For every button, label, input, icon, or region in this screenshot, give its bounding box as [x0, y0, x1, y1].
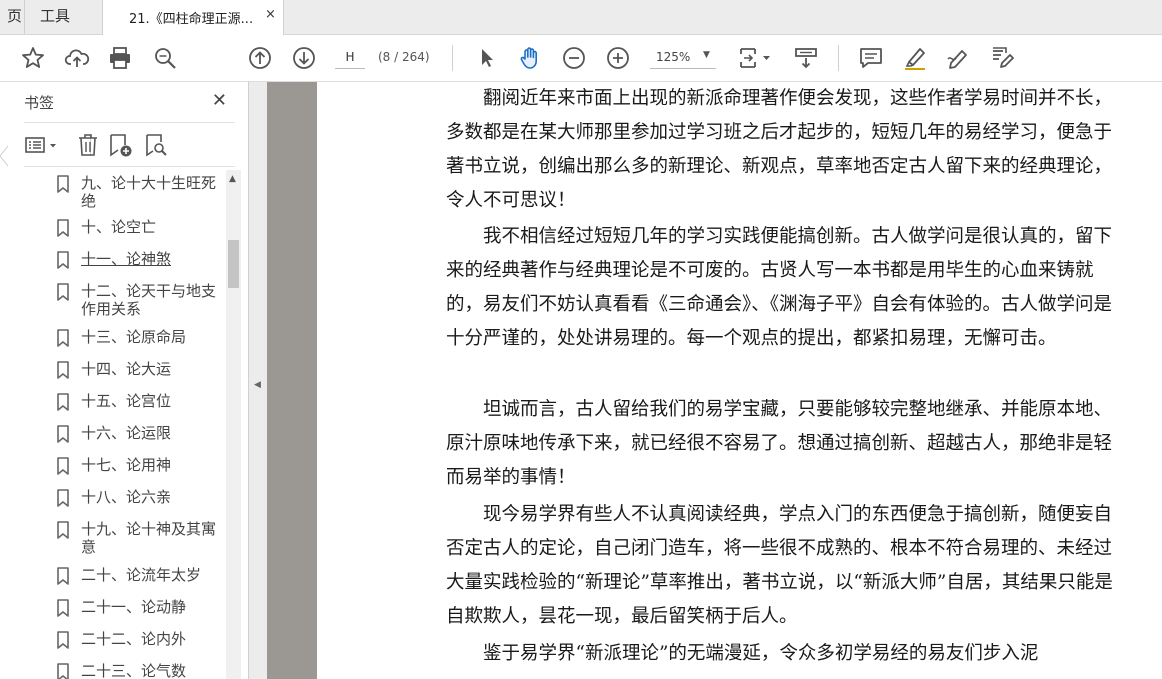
highlight-icon[interactable] — [902, 45, 928, 71]
tab-tools[interactable]: 工具 — [40, 0, 70, 34]
bookmark-label: 二十三、论气数 — [81, 662, 187, 679]
fit-page-icon[interactable] — [738, 45, 774, 71]
zoom-select[interactable]: 125% ▼ — [650, 46, 716, 69]
panel-splitter[interactable]: ◀ — [249, 82, 267, 679]
bookmark-icon — [57, 521, 69, 539]
bookmark-icon — [57, 329, 69, 347]
tab-bar: 页 工具 21.《四柱命理正源... × — [0, 0, 1162, 35]
bookmark-label: 二十、论流年太岁 — [81, 566, 202, 584]
collapse-panel-icon[interactable]: ◀ — [254, 380, 261, 390]
sign-icon[interactable] — [945, 45, 971, 71]
close-icon[interactable]: ✕ — [212, 90, 227, 111]
select-arrow-icon[interactable] — [474, 45, 500, 71]
bookmark-label: 二十一、论动静 — [81, 598, 187, 616]
document-paragraph: 我不相信经过短短几年的学习实践便能搞创新。古人做学问是很认真的，留下来的经典著作… — [446, 226, 1113, 349]
document-background — [267, 82, 317, 679]
scroll-up-icon[interactable]: ▲ — [229, 174, 236, 184]
print-icon[interactable] — [107, 45, 133, 71]
bookmark-list: 九、论十大十生旺死绝 十、论空亡 十一、论神煞 十二、论天干与地支作用关系 十三… — [0, 170, 226, 679]
tab-close-button[interactable]: × — [265, 7, 276, 22]
page-down-icon[interactable] — [291, 45, 317, 71]
bookmark-icon — [57, 599, 69, 617]
bookmark-label: 十二、论天干与地支作用关系 — [81, 282, 217, 318]
page-count: (8 / 264) — [378, 50, 430, 64]
zoom-in-icon[interactable] — [605, 45, 631, 71]
bookmark-label: 十、论空亡 — [81, 218, 157, 236]
tab-document[interactable]: 21.《四柱命理正源... × — [102, 0, 284, 35]
tab-document-title: 21.《四柱命理正源... — [129, 12, 254, 27]
bookmark-toolbar — [24, 126, 235, 167]
star-icon[interactable] — [20, 45, 46, 71]
document-paragraph: 现今易学界有些人不认真阅读经典，学点入门的东西便急于搞创新，随便妄自否定古人的定… — [446, 504, 1113, 627]
comment-icon[interactable] — [858, 45, 884, 71]
panel-expander[interactable] — [0, 145, 9, 167]
bookmark-icon — [57, 219, 69, 237]
bookmark-label: 十一、论神煞 — [81, 250, 172, 268]
bookmark-icon — [57, 361, 69, 379]
bookmark-icon — [57, 283, 69, 301]
bookmark-label: 十九、论十神及其寓意 — [81, 520, 217, 556]
tab-home[interactable]: 页 — [0, 0, 25, 34]
bookmark-label: 二十二、论内外 — [81, 630, 187, 648]
bookmark-icon — [57, 567, 69, 585]
edit-icon[interactable] — [989, 45, 1015, 71]
bookmark-scrollbar[interactable]: ▲ — [226, 170, 241, 679]
chevron-down-icon: ▼ — [703, 50, 710, 60]
bookmark-panel-header: 书签 ✕ — [24, 82, 235, 123]
bookmark-icon — [57, 251, 69, 269]
bookmark-label: 十四、论大运 — [81, 360, 172, 378]
zoom-out-icon[interactable] — [561, 45, 587, 71]
zoom-search-icon[interactable] — [152, 45, 178, 71]
hand-icon[interactable] — [517, 45, 543, 71]
bookmark-panel: 书签 ✕ 九、论十大十生旺死绝 十、论空亡 十一、论神煞 十二、论天干与地支作用… — [0, 82, 249, 679]
scroll-mode-icon[interactable] — [793, 45, 819, 71]
bookmark-label: 十八、论六亲 — [81, 488, 172, 506]
bookmark-icon — [57, 393, 69, 411]
trash-icon[interactable] — [76, 132, 100, 158]
document-paragraph: 翻阅近年来市面上出现的新派命理著作便会发现，这些作者学易时间并不长，多数都是在某… — [446, 88, 1113, 211]
bookmark-panel-title: 书签 — [24, 94, 55, 112]
bookmark-icon — [57, 425, 69, 443]
bookmark-icon — [57, 663, 69, 679]
bookmark-options-icon[interactable] — [24, 132, 60, 158]
bookmark-label: 十六、论运限 — [81, 424, 172, 442]
toolbar-divider — [452, 45, 453, 71]
page-number-input[interactable] — [335, 46, 365, 69]
add-bookmark-icon[interactable] — [108, 132, 134, 158]
cloud-upload-icon[interactable] — [64, 45, 90, 71]
scrollbar-thumb[interactable] — [228, 240, 239, 288]
zoom-value: 125% — [656, 50, 691, 64]
bookmark-icon — [57, 631, 69, 649]
document-paragraph: 鉴于易学界“新派理论”的无端漫延，令众多初学易经的易友们步入泥 — [446, 643, 1039, 664]
bookmark-icon — [57, 457, 69, 475]
bookmark-label: 十五、论宫位 — [81, 392, 172, 410]
bookmark-label: 十三、论原命局 — [81, 328, 187, 346]
bookmark-icon — [57, 489, 69, 507]
document-paragraph: 坦诚而言，古人留给我们的易学宝藏，只要能够较完整地继承、并能原本地、原汁原味地传… — [446, 399, 1113, 488]
toolbar-divider — [838, 45, 839, 71]
bookmark-icon — [57, 175, 69, 193]
bookmark-label: 十七、论用神 — [81, 456, 172, 474]
page-up-icon[interactable] — [247, 45, 273, 71]
document-page: 翻阅近年来市面上出现的新派命理著作便会发现，这些作者学易时间并不长，多数都是在某… — [317, 82, 1162, 679]
bookmark-label: 九、论十大十生旺死绝 — [81, 174, 217, 210]
bookmark-search-icon[interactable] — [144, 132, 170, 158]
toolbar: (8 / 264) 125% ▼ — [0, 35, 1162, 82]
